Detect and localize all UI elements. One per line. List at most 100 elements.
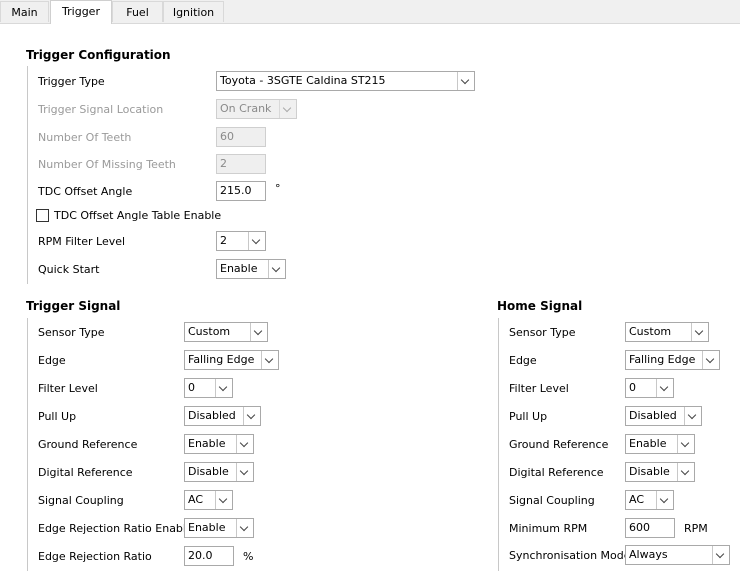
hs-sensor-type-select[interactable]: Custom [625, 322, 709, 342]
chevron-down-icon [712, 546, 729, 564]
ts-digital-reference-value: Disable [188, 465, 229, 478]
trigger-config-title: Trigger Configuration [26, 48, 171, 62]
rpm-unit: RPM [684, 522, 708, 535]
chevron-down-icon [457, 72, 474, 90]
ts-pull-up-value: Disabled [188, 409, 236, 422]
tab-ignition[interactable]: Ignition [163, 1, 224, 22]
chevron-down-icon [250, 323, 267, 341]
hs-minimum-rpm-input[interactable]: 600 [625, 518, 675, 538]
ts-digital-reference-label: Digital Reference [38, 466, 133, 479]
trigger-signal-title: Trigger Signal [26, 299, 121, 313]
ts-edge-rejection-enable-value: Enable [188, 521, 226, 534]
chevron-down-icon [677, 463, 694, 481]
ts-edge-rejection-enable-select[interactable]: Enable [184, 518, 254, 538]
hs-pull-up-select[interactable]: Disabled [625, 406, 702, 426]
number-of-missing-teeth-label: Number Of Missing Teeth [38, 158, 176, 171]
ts-sensor-type-value: Custom [188, 325, 231, 338]
trigger-signal-groupline [27, 318, 28, 571]
ts-edge-rejection-ratio-input[interactable]: 20.0 [184, 546, 234, 566]
trigger-signal-location-label: Trigger Signal Location [38, 103, 164, 116]
ts-filter-level-select[interactable]: 0 [184, 378, 233, 398]
trigger-signal-location-value: On Crank [220, 102, 272, 115]
chevron-down-icon [684, 407, 701, 425]
chevron-down-icon [279, 100, 296, 118]
chevron-down-icon [702, 351, 719, 369]
ts-signal-coupling-value: AC [188, 493, 204, 506]
degree-unit: ° [275, 182, 281, 195]
chevron-down-icon [656, 491, 673, 509]
hs-filter-level-value: 0 [629, 381, 636, 394]
hs-synchronisation-mode-value: Always [629, 548, 668, 561]
ts-filter-level-value: 0 [188, 381, 195, 394]
ts-signal-coupling-label: Signal Coupling [38, 494, 124, 507]
number-of-teeth-label: Number Of Teeth [38, 131, 132, 144]
hs-ground-reference-select[interactable]: Enable [625, 434, 695, 454]
trigger-type-value: Toyota - 3SGTE Caldina ST215 [220, 74, 386, 87]
rpm-filter-level-select[interactable]: 2 [216, 231, 266, 251]
trigger-signal-location-select[interactable]: On Crank [216, 99, 297, 119]
chevron-down-icon [236, 435, 253, 453]
chevron-down-icon [691, 323, 708, 341]
trigger-config-groupline [27, 66, 28, 284]
hs-signal-coupling-select[interactable]: AC [625, 490, 674, 510]
chevron-down-icon [677, 435, 694, 453]
ts-digital-reference-select[interactable]: Disable [184, 462, 254, 482]
ts-edge-select[interactable]: Falling Edge [184, 350, 279, 370]
home-signal-title: Home Signal [497, 299, 583, 313]
ts-edge-label: Edge [38, 354, 66, 367]
hs-filter-level-label: Filter Level [509, 382, 569, 395]
ts-ground-reference-value: Enable [188, 437, 226, 450]
quick-start-label: Quick Start [38, 263, 100, 276]
hs-edge-label: Edge [509, 354, 537, 367]
ts-edge-value: Falling Edge [188, 353, 255, 366]
hs-digital-reference-value: Disable [629, 465, 670, 478]
ts-ground-reference-select[interactable]: Enable [184, 434, 254, 454]
hs-signal-coupling-value: AC [629, 493, 645, 506]
trigger-type-label: Trigger Type [38, 75, 105, 88]
tab-main[interactable]: Main [0, 1, 49, 22]
ts-ground-reference-label: Ground Reference [38, 438, 138, 451]
chevron-down-icon [656, 379, 673, 397]
hs-edge-select[interactable]: Falling Edge [625, 350, 720, 370]
tdc-offset-angle-label: TDC Offset Angle [38, 185, 133, 198]
chevron-down-icon [215, 491, 232, 509]
hs-minimum-rpm-label: Minimum RPM [509, 522, 588, 535]
chevron-down-icon [236, 519, 253, 537]
tdc-table-enable-checkbox[interactable] [36, 209, 49, 222]
hs-synchronisation-mode-select[interactable]: Always [625, 545, 730, 565]
hs-synchronisation-mode-label: Synchronisation Mode [509, 549, 631, 562]
chevron-down-icon [248, 232, 265, 250]
ts-sensor-type-select[interactable]: Custom [184, 322, 268, 342]
quick-start-select[interactable]: Enable [216, 259, 286, 279]
percent-unit: % [243, 550, 254, 563]
hs-signal-coupling-label: Signal Coupling [509, 494, 595, 507]
ts-pull-up-label: Pull Up [38, 410, 77, 423]
chevron-down-icon [243, 407, 260, 425]
home-signal-groupline [498, 318, 499, 571]
chevron-down-icon [268, 260, 285, 278]
hs-sensor-type-value: Custom [629, 325, 672, 338]
hs-digital-reference-select[interactable]: Disable [625, 462, 695, 482]
tdc-offset-angle-input[interactable]: 215.0 [216, 181, 266, 201]
tab-trigger[interactable]: Trigger [50, 0, 112, 24]
hs-pull-up-value: Disabled [629, 409, 677, 422]
tab-bar: Main Trigger Fuel Ignition [0, 0, 740, 24]
hs-pull-up-label: Pull Up [509, 410, 548, 423]
number-of-missing-teeth-input[interactable]: 2 [216, 154, 266, 174]
tab-fuel[interactable]: Fuel [112, 1, 163, 22]
number-of-teeth-input[interactable]: 60 [216, 127, 266, 147]
ts-pull-up-select[interactable]: Disabled [184, 406, 261, 426]
chevron-down-icon [261, 351, 278, 369]
hs-filter-level-select[interactable]: 0 [625, 378, 674, 398]
hs-ground-reference-value: Enable [629, 437, 667, 450]
ts-signal-coupling-select[interactable]: AC [184, 490, 233, 510]
trigger-type-select[interactable]: Toyota - 3SGTE Caldina ST215 [216, 71, 475, 91]
hs-ground-reference-label: Ground Reference [509, 438, 609, 451]
rpm-filter-level-value: 2 [220, 234, 227, 247]
chevron-down-icon [215, 379, 232, 397]
ts-filter-level-label: Filter Level [38, 382, 98, 395]
ts-edge-rejection-ratio-label: Edge Rejection Ratio [38, 550, 152, 563]
hs-edge-value: Falling Edge [629, 353, 696, 366]
tdc-table-enable-label: TDC Offset Angle Table Enable [54, 209, 222, 222]
hs-digital-reference-label: Digital Reference [509, 466, 604, 479]
